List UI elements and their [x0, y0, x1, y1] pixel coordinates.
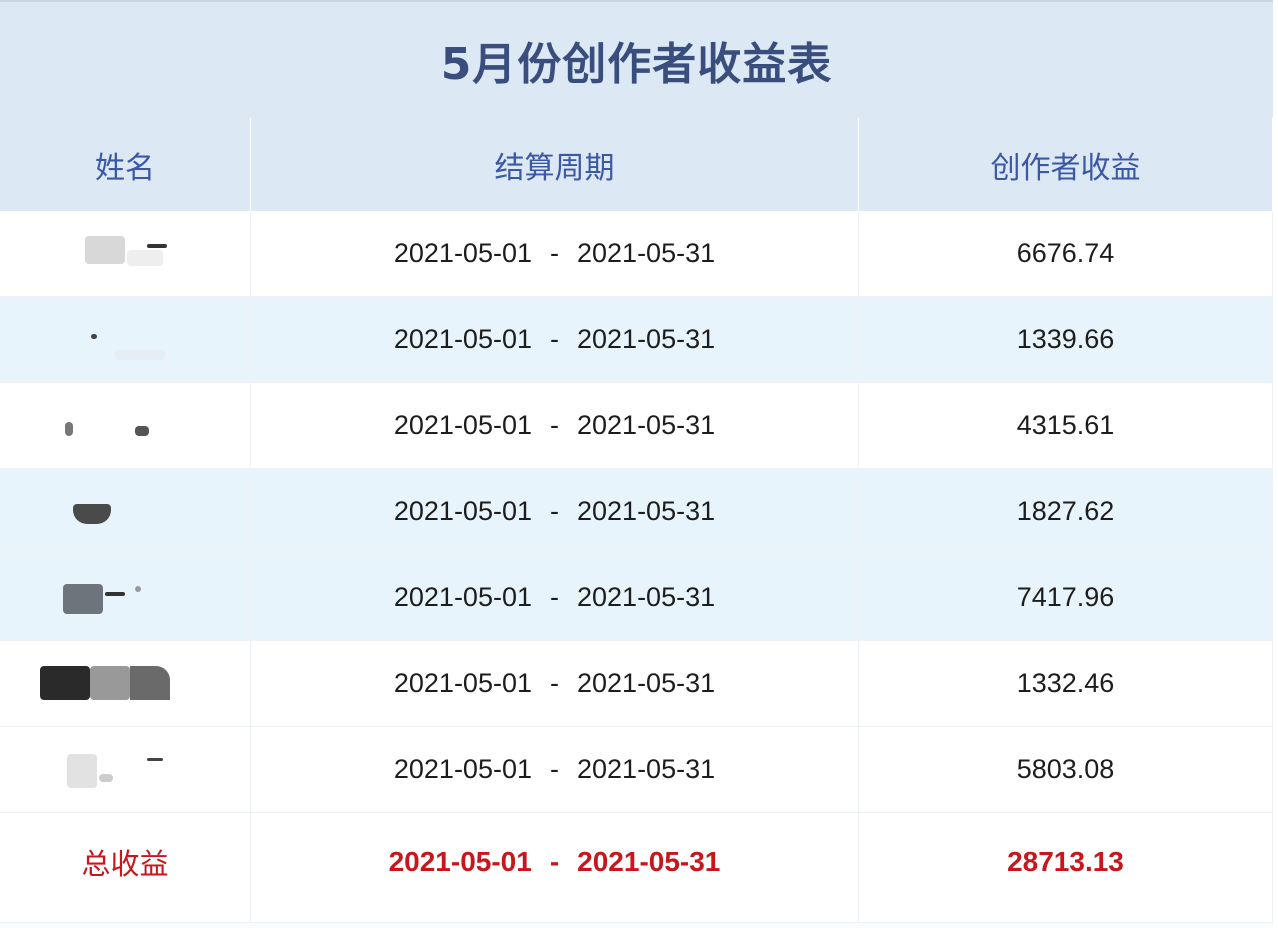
- table-row: 2021-05-01-2021-05-31 7417.96: [0, 555, 1273, 641]
- period-start: 2021-05-01: [393, 496, 532, 526]
- period-end: 2021-05-31: [577, 324, 716, 354]
- income-cell: 6676.74: [859, 211, 1273, 297]
- period-cell: 2021-05-01-2021-05-31: [251, 383, 859, 469]
- period-start: 2021-05-01: [388, 845, 532, 877]
- page-edge: [1273, 0, 1278, 928]
- period-cell: 2021-05-01-2021-05-31: [251, 555, 859, 641]
- period-end: 2021-05-31: [577, 845, 721, 877]
- table-row: 2021-05-01-2021-05-31 1339.66: [0, 297, 1273, 383]
- table-row: 2021-05-01-2021-05-31 1332.46: [0, 641, 1273, 727]
- period-separator: -: [550, 668, 559, 698]
- period-separator: -: [550, 238, 559, 268]
- period-start: 2021-05-01: [393, 410, 532, 440]
- table-row: 2021-05-01-2021-05-31 6676.74: [0, 211, 1273, 297]
- period-separator: -: [550, 496, 559, 526]
- income-cell: 1332.46: [859, 641, 1273, 727]
- period-cell: 2021-05-01-2021-05-31: [251, 469, 859, 555]
- table-body: 2021-05-01-2021-05-31 6676.74 2021-05-01…: [0, 211, 1273, 923]
- header-name: 姓名: [0, 118, 251, 211]
- redaction-blur: [55, 568, 195, 628]
- period-separator: -: [550, 410, 559, 440]
- period-start: 2021-05-01: [393, 668, 532, 698]
- income-cell: 5803.08: [859, 727, 1273, 813]
- income-cell: 4315.61: [859, 383, 1273, 469]
- total-period-cell: 2021-05-01-2021-05-31: [251, 813, 859, 923]
- redaction-blur: [55, 740, 195, 800]
- period-cell: 2021-05-01-2021-05-31: [251, 641, 859, 727]
- income-cell: 1339.66: [859, 297, 1273, 383]
- period-start: 2021-05-01: [393, 582, 532, 612]
- period-start: 2021-05-01: [393, 238, 532, 268]
- redacted-name: [0, 641, 251, 727]
- period-separator: -: [550, 754, 559, 784]
- income-cell: 1827.62: [859, 469, 1273, 555]
- title-bar: 5月份创作者收益表: [0, 0, 1273, 118]
- income-sheet: 5月份创作者收益表 姓名 结算周期 创作者收益 2021-05-01-2021-…: [0, 0, 1278, 928]
- header-period: 结算周期: [251, 118, 859, 211]
- period-end: 2021-05-31: [577, 668, 716, 698]
- period-cell: 2021-05-01-2021-05-31: [251, 727, 859, 813]
- period-start: 2021-05-01: [393, 754, 532, 784]
- total-row: 总收益 2021-05-01-2021-05-31 28713.13: [0, 813, 1273, 923]
- redaction-blur: [40, 654, 210, 714]
- redaction-blur: [55, 224, 195, 284]
- period-end: 2021-05-31: [577, 582, 716, 612]
- period-end: 2021-05-31: [577, 238, 716, 268]
- period-cell: 2021-05-01-2021-05-31: [251, 211, 859, 297]
- period-separator: -: [550, 582, 559, 612]
- period-end: 2021-05-31: [577, 496, 716, 526]
- table-row: 2021-05-01-2021-05-31 5803.08: [0, 727, 1273, 813]
- table-row: 2021-05-01-2021-05-31 4315.61: [0, 383, 1273, 469]
- redaction-blur: [55, 396, 195, 456]
- redacted-name: [0, 211, 251, 297]
- redacted-name: [0, 469, 251, 555]
- redacted-name: [0, 297, 251, 383]
- redacted-name: [0, 555, 251, 641]
- total-label: 总收益: [0, 813, 251, 923]
- period-end: 2021-05-31: [577, 754, 716, 784]
- period-start: 2021-05-01: [393, 324, 532, 354]
- redaction-blur: [55, 310, 195, 370]
- table-header: 姓名 结算周期 创作者收益: [0, 118, 1273, 211]
- redacted-name: [0, 383, 251, 469]
- header-income: 创作者收益: [859, 118, 1273, 211]
- income-cell: 7417.96: [859, 555, 1273, 641]
- period-cell: 2021-05-01-2021-05-31: [251, 297, 859, 383]
- total-income: 28713.13: [859, 813, 1273, 923]
- period-separator: -: [550, 324, 559, 354]
- redacted-name: [0, 727, 251, 813]
- redaction-blur: [55, 482, 195, 542]
- period-separator: -: [549, 845, 560, 877]
- table-row: 2021-05-01-2021-05-31 1827.62: [0, 469, 1273, 555]
- sheet-title: 5月份创作者收益表: [440, 39, 833, 90]
- period-end: 2021-05-31: [577, 410, 716, 440]
